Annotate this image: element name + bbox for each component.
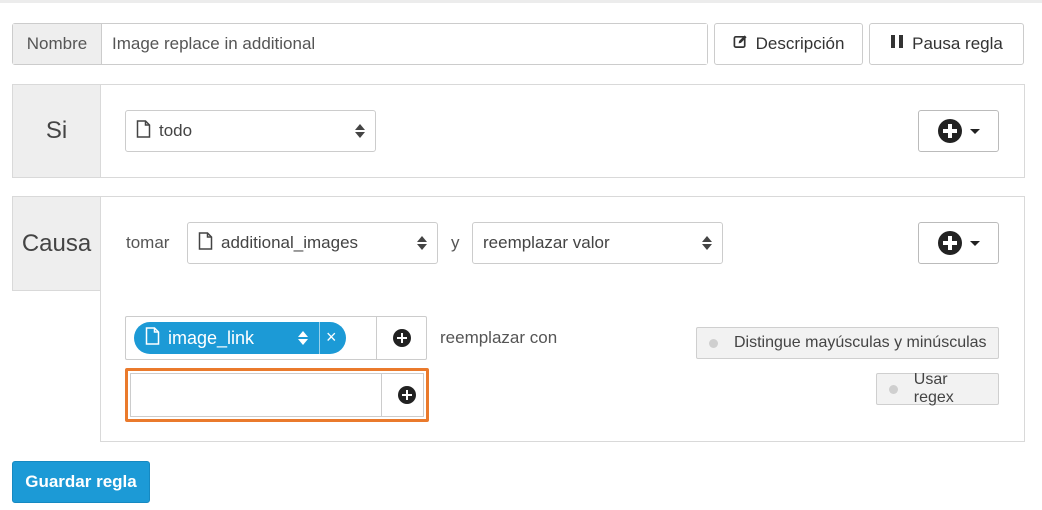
caret-down-icon <box>969 240 980 246</box>
action-select-value: reemplazar valor <box>483 233 610 252</box>
rule-name-input[interactable] <box>102 24 707 64</box>
pause-rule-button[interactable]: Pausa regla <box>869 23 1024 65</box>
toggle-dot-icon <box>889 384 898 394</box>
take-label: tomar <box>126 233 170 252</box>
causa-label: Causa <box>13 197 101 290</box>
file-icon <box>136 119 151 143</box>
condition-select[interactable]: todo <box>125 110 376 152</box>
plus-circle-icon <box>937 119 962 143</box>
name-label: Nombre <box>13 24 102 64</box>
action-select[interactable]: reemplazar valor <box>472 222 723 264</box>
replace-value-group <box>130 373 424 417</box>
field-select[interactable]: additional_images <box>187 222 438 264</box>
replace-value-highlight <box>125 368 429 422</box>
toggle-dot-icon <box>709 338 718 348</box>
causa-panel: Causa tomar additional_images y reemplaz… <box>12 196 1025 291</box>
sort-icon <box>417 235 427 251</box>
regex-toggle[interactable]: Usar regex <box>876 371 999 406</box>
plus-circle-icon <box>392 329 411 347</box>
plus-circle-icon <box>397 386 416 404</box>
pencil-square-icon <box>733 34 748 54</box>
rule-name-group: Nombre <box>12 23 708 65</box>
save-rule-button[interactable]: Guardar regla <box>12 461 150 503</box>
file-icon <box>145 326 160 350</box>
replace-value-input[interactable] <box>131 374 381 416</box>
case-sensitive-label: Distingue mayúsculas y minúsculas <box>734 334 987 351</box>
pause-rule-label: Pausa regla <box>912 34 1003 53</box>
causa-add-dropdown[interactable] <box>918 222 999 264</box>
add-replace-value-button[interactable] <box>381 374 431 416</box>
pause-icon <box>890 34 904 54</box>
sort-icon[interactable] <box>298 330 308 346</box>
close-icon[interactable]: × <box>326 327 337 347</box>
field-select-value: additional_images <box>221 233 359 252</box>
caret-down-icon <box>969 128 980 134</box>
add-find-tag-button[interactable] <box>376 317 426 359</box>
plus-circle-icon <box>937 231 962 255</box>
chip-divider <box>319 322 320 354</box>
si-panel: Si todo <box>12 84 1025 178</box>
and-label: y <box>451 233 460 252</box>
find-tag-label: image_link <box>168 327 255 348</box>
find-tag-chip[interactable]: image_link × <box>134 322 346 354</box>
file-icon <box>198 231 213 255</box>
top-divider <box>0 0 1042 3</box>
find-tag-group: image_link × <box>125 316 427 360</box>
si-label: Si <box>13 85 101 177</box>
case-sensitive-toggle[interactable]: Distingue mayúsculas y minúsculas <box>696 327 999 359</box>
description-button-label: Descripción <box>755 34 845 53</box>
regex-label: Usar regex <box>913 371 954 406</box>
si-add-dropdown[interactable] <box>918 110 999 152</box>
condition-select-value: todo <box>159 121 193 140</box>
replace-with-label: reemplazar con <box>440 328 558 347</box>
sort-icon <box>355 123 365 139</box>
sort-icon <box>702 235 712 251</box>
description-button[interactable]: Descripción <box>714 23 863 65</box>
